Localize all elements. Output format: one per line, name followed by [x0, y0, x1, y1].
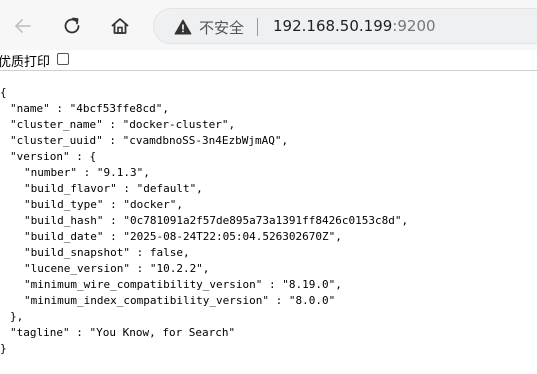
json-line: "build_type" : "docker",	[24, 198, 183, 211]
json-line: "name" : "4bcf53ffe8cd",	[10, 102, 169, 115]
pretty-print-bar: 优质打印	[0, 50, 537, 71]
json-line: }	[0, 342, 7, 355]
json-line: "build_hash" : "0c781091a2f57de895a73a13…	[24, 214, 409, 227]
address-bar[interactable]: 不安全 192.168.50.199:9200	[153, 8, 537, 44]
json-line: "build_date" : "2025-08-24T22:05:04.5263…	[24, 230, 342, 243]
arrow-left-icon	[15, 19, 31, 33]
url-host: 192.168.50.199	[273, 17, 393, 35]
json-line: "cluster_uuid" : "cvamdbnoSS-3n4EzbWjmAQ…	[10, 134, 289, 147]
url-port: :9200	[392, 17, 436, 35]
pretty-print-checkbox[interactable]	[57, 53, 69, 65]
home-icon	[111, 18, 129, 34]
json-line: "build_flavor" : "default",	[24, 182, 203, 195]
json-line: "build_snapshot" : false,	[24, 246, 190, 259]
pretty-print-label: 优质打印	[0, 55, 51, 70]
json-line: "minimum_index_compatibility_version" : …	[24, 294, 336, 307]
browser-toolbar: 不安全 192.168.50.199:9200	[0, 0, 537, 50]
home-button[interactable]	[105, 11, 135, 41]
url-text[interactable]: 192.168.50.199:9200	[273, 17, 436, 35]
json-line: "cluster_name" : "docker-cluster",	[10, 118, 236, 131]
json-line: {	[0, 86, 7, 99]
json-line: "lucene_version" : "10.2.2",	[24, 262, 210, 275]
warning-icon	[174, 19, 192, 35]
json-line: "minimum_wire_compatibility_version" : "…	[24, 278, 342, 291]
json-response: { "name" : "4bcf53ffe8cd", "cluster_name…	[0, 85, 408, 357]
json-line: "tagline" : "You Know, for Search"	[10, 326, 236, 339]
reload-button[interactable]	[57, 11, 87, 41]
security-label[interactable]: 不安全	[199, 17, 244, 38]
json-line: },	[10, 310, 24, 323]
json-line: "version" : {	[10, 150, 97, 163]
back-button[interactable]	[8, 11, 38, 41]
reload-icon	[64, 17, 80, 34]
json-line: "number" : "9.1.3",	[24, 166, 150, 179]
address-separator	[257, 18, 258, 36]
